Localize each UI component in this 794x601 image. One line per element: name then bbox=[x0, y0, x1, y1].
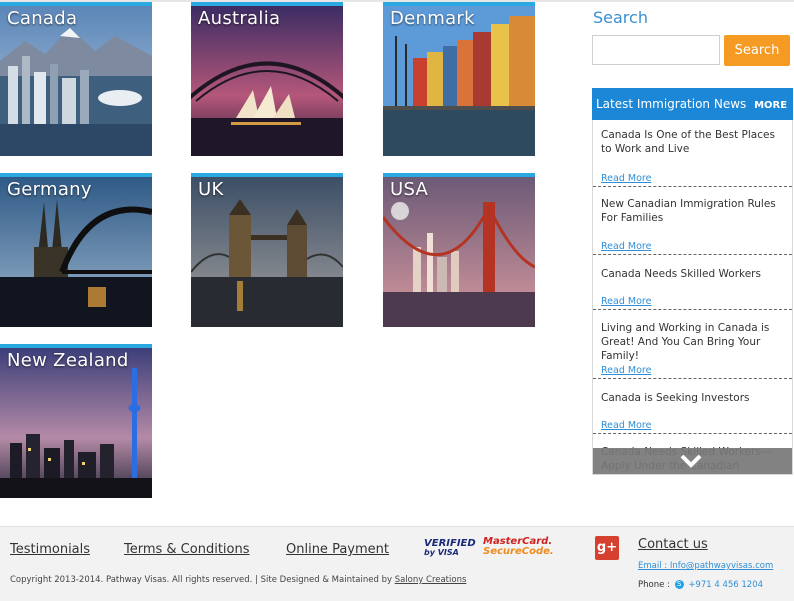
country-name: USA bbox=[390, 179, 429, 200]
chevron-down-icon[interactable] bbox=[680, 454, 702, 468]
news-list[interactable]: Canada Is One of the Best Places to Work… bbox=[592, 120, 793, 475]
contact-phone: Phone : S +971 4 456 1204 bbox=[638, 580, 764, 590]
news-item-title[interactable]: Canada Needs Skilled Workers bbox=[601, 267, 787, 281]
search-title: Search bbox=[593, 8, 648, 27]
read-more-link[interactable]: Read More bbox=[601, 296, 651, 307]
designer-link[interactable]: Salony Creations bbox=[395, 575, 467, 585]
phone-number[interactable]: +971 4 456 1204 bbox=[688, 580, 763, 590]
country-name: Denmark bbox=[390, 8, 475, 29]
footer-link-testimonials[interactable]: Testimonials bbox=[10, 542, 90, 557]
country-tile-new-zealand[interactable]: New Zealand bbox=[0, 344, 152, 498]
country-tile-germany[interactable]: Germany bbox=[0, 173, 152, 327]
search-input[interactable] bbox=[592, 35, 720, 65]
news-item-title[interactable]: Canada Is One of the Best Places to Work… bbox=[601, 128, 787, 156]
read-more-link[interactable]: Read More bbox=[601, 420, 651, 431]
country-tile-australia[interactable]: Australia bbox=[191, 2, 343, 156]
country-name: New Zealand bbox=[7, 350, 129, 371]
news-header: Latest Immigration News MORE bbox=[592, 88, 793, 120]
copyright-text: Copyright 2013-2014. Pathway Visas. All … bbox=[10, 575, 467, 585]
country-tile-canada[interactable]: Canada bbox=[0, 2, 152, 156]
footer-link-terms[interactable]: Terms & Conditions bbox=[124, 542, 250, 557]
news-divider bbox=[593, 254, 792, 255]
country-name: Germany bbox=[7, 179, 92, 200]
contact-email-link[interactable]: Email : Info@pathwayvisas.com bbox=[638, 561, 773, 571]
news-divider bbox=[593, 433, 792, 434]
search-button[interactable]: Search bbox=[724, 35, 790, 66]
google-plus-icon[interactable]: g+ bbox=[595, 536, 619, 560]
news-divider bbox=[593, 309, 792, 310]
news-divider bbox=[593, 378, 792, 379]
footer-link-online-payment[interactable]: Online Payment bbox=[286, 542, 389, 557]
skype-icon: S bbox=[674, 580, 684, 589]
contact-us-heading[interactable]: Contact us bbox=[638, 537, 708, 552]
news-more-link[interactable]: MORE bbox=[754, 100, 787, 111]
news-item-title[interactable]: New Canadian Immigration Rules For Famil… bbox=[601, 197, 787, 225]
country-tile-uk[interactable]: UK bbox=[191, 173, 343, 327]
country-name: UK bbox=[198, 179, 224, 200]
mastercard-securecode-logo: MasterCard. SecureCode. bbox=[483, 536, 554, 557]
verified-by-visa-logo: VERIFIED by VISA bbox=[424, 538, 476, 558]
footer: Testimonials Terms & Conditions Online P… bbox=[0, 526, 794, 601]
country-name: Canada bbox=[7, 8, 78, 29]
read-more-link[interactable]: Read More bbox=[601, 241, 651, 252]
country-tile-usa[interactable]: USA bbox=[383, 173, 535, 327]
news-title: Latest Immigration News bbox=[596, 97, 747, 111]
news-item-title[interactable]: Living and Working in Canada is Great! A… bbox=[601, 321, 787, 363]
read-more-link[interactable]: Read More bbox=[601, 173, 651, 184]
country-name: Australia bbox=[198, 8, 281, 29]
news-item-title[interactable]: Canada is Seeking Investors bbox=[601, 391, 787, 405]
country-tile-denmark[interactable]: Denmark bbox=[383, 2, 535, 156]
read-more-link[interactable]: Read More bbox=[601, 365, 651, 376]
news-divider bbox=[593, 186, 792, 187]
